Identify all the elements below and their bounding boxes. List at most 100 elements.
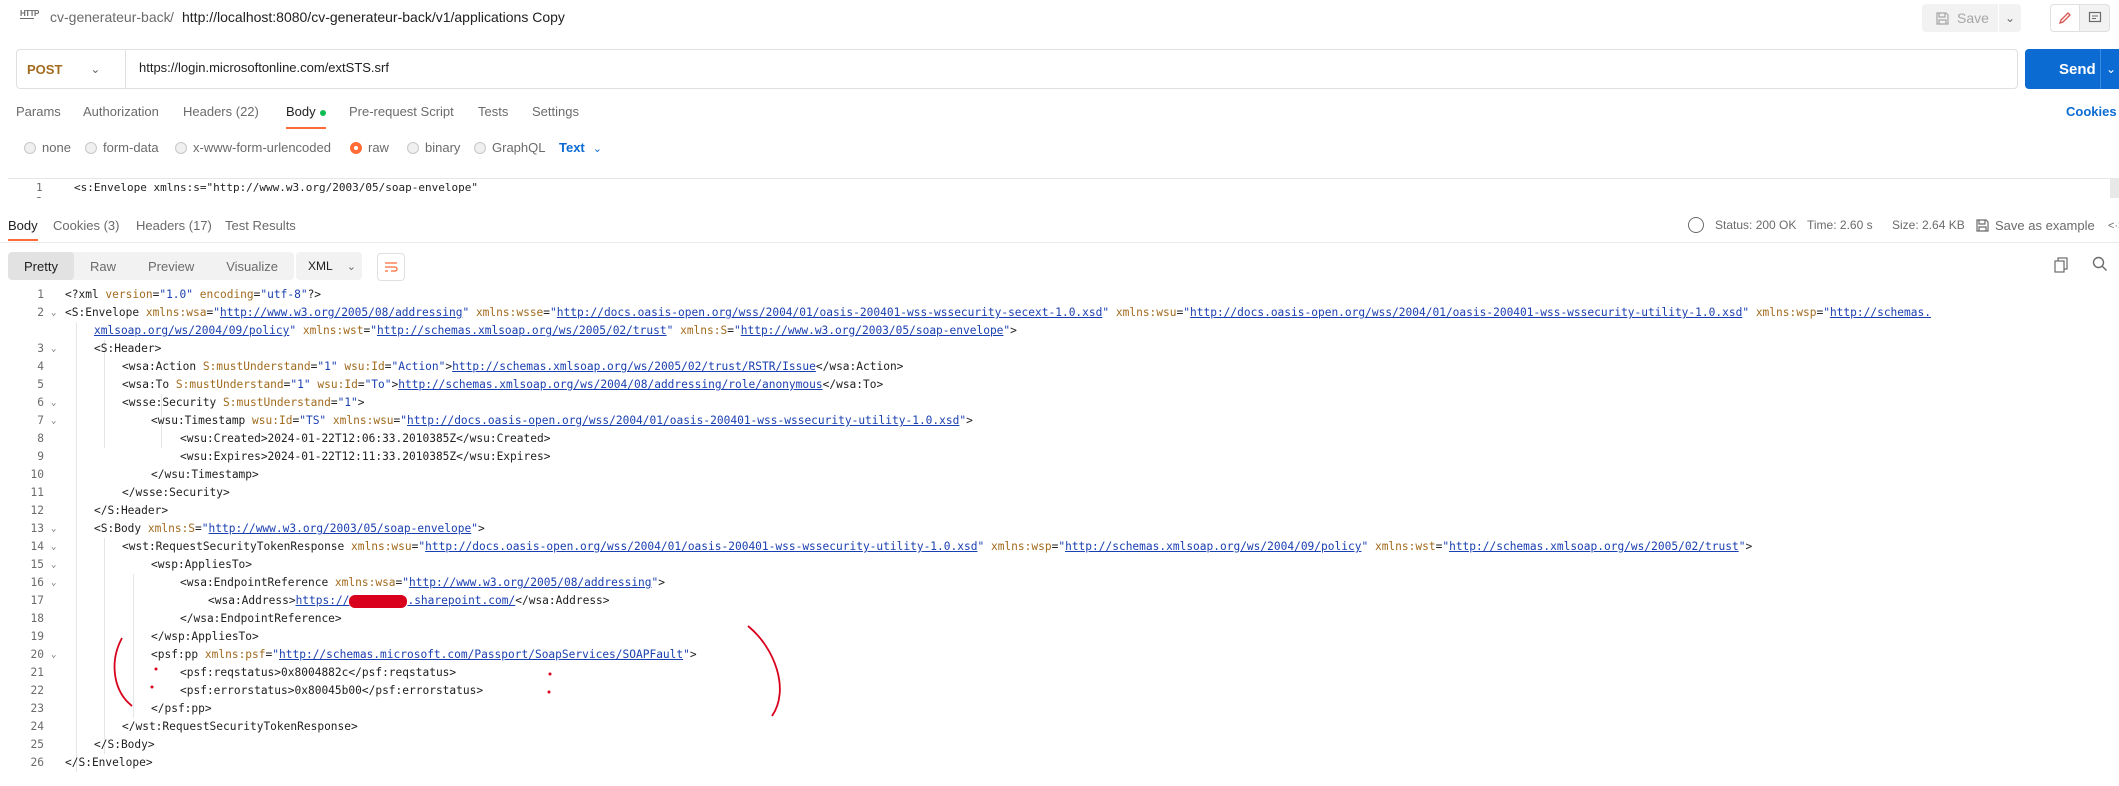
view-pretty[interactable]: Pretty [8,252,74,280]
line-number: 3 [37,342,44,355]
top-bar: HTTP cv-generateur-back / http://localho… [0,0,2119,36]
code-line: 25 </S:Body> [0,736,2119,754]
line-number: 2 [36,195,43,198]
body-type-graphql[interactable]: GraphQL [474,140,545,155]
body-format-label: Text [559,140,585,155]
line-number: 20 [30,648,44,661]
response-format-select[interactable]: XML ⌄ [296,252,362,280]
tab-headers[interactable]: Headers (22) [183,104,259,119]
fold-chevron-icon[interactable]: ⌄ [51,340,56,358]
response-tab-cookies[interactable]: Cookies (3) [53,218,119,233]
request-body-editor[interactable]: 1 <s:Envelope xmlns:s="http://www.w3.org… [8,178,2119,198]
chevron-down-icon: ⌄ [592,143,602,155]
radio-icon [85,141,97,154]
breadcrumb-collection[interactable]: cv-generateur-back [50,9,171,25]
code-line: 11 </wsse:Security> [0,484,2119,502]
line-number: 24 [30,720,44,733]
body-type-none[interactable]: none [24,140,71,155]
fold-chevron-icon[interactable]: ⌄ [51,412,56,430]
code-line: 3 ⌄ <S:Header> [0,340,2119,358]
body-format-select[interactable]: Text ⌄ [559,140,602,155]
code-line: 18 </wsa:EndpointReference> [0,610,2119,628]
line-number: 16 [30,576,44,589]
line-number: 9 [37,450,44,463]
body-type-label: none [42,140,71,155]
code-line: 17 <wsa:Address>https://.sharepoint.com/<… [0,592,2119,610]
code-line: 13 ⌄ <S:Body xmlns:S="http://www.w3.org/20… [0,520,2119,538]
body-type-urlencoded[interactable]: x-www-form-urlencoded [175,140,331,155]
method-select[interactable]: POST ⌄ [27,50,127,88]
line-number: 7 [37,414,44,427]
copy-icon[interactable] [2054,257,2068,273]
code-line: 8 <wsu:Created>2024-01-22T12:06:33.201038… [0,430,2119,448]
url-input[interactable]: https://login.microsoftonline.com/extSTS… [139,60,389,75]
tab-settings[interactable]: Settings [532,104,579,119]
line-number: 13 [30,522,44,535]
redaction-mark [349,594,408,608]
body-type-label: form-data [103,140,159,155]
tab-body-label: Body [286,104,316,119]
response-tab-body[interactable]: Body [8,218,38,233]
send-options-chevron-icon[interactable]: ⌄ [2100,49,2119,89]
request-title[interactable]: http://localhost:8080/cv-generateur-back… [182,9,565,25]
line-number: 25 [30,738,44,751]
edit-pencil-icon[interactable] [2050,4,2080,32]
chevron-down-icon: ⌄ [90,62,101,76]
globe-network-icon[interactable] [1688,217,1704,233]
response-size[interactable]: Size: 2.64 KB [1892,218,1965,232]
body-type-raw[interactable]: raw [350,140,389,155]
save-options-chevron-icon[interactable]: ⌄ [1999,4,2021,32]
comment-icon[interactable] [2080,4,2110,32]
fold-chevron-icon[interactable]: ⌄ [51,574,56,592]
code-line: 26 </S:Envelope> [0,754,2119,772]
line-number: 19 [30,630,44,643]
save-icon [1936,11,1949,25]
save-button[interactable]: Save [1922,4,1998,32]
line-number: 4 [37,360,44,373]
search-icon[interactable] [2092,256,2108,272]
view-raw[interactable]: Raw [74,252,132,280]
code-line: 4 <wsa:Action S:mustUnderstand="1" wsu:Id… [0,358,2119,376]
tab-body[interactable]: Body [286,104,326,119]
fold-chevron-icon[interactable]: ⌄ [51,394,56,412]
http-request-icon: HTTP [20,9,39,19]
fold-chevron-icon[interactable]: ⌄ [51,646,56,664]
tab-pre-request-script[interactable]: Pre-request Script [349,104,454,119]
more-options[interactable]: <·> [2108,220,2119,232]
wrap-lines-icon[interactable] [377,253,405,281]
code-line: 19 </wsp:AppliesTo> [0,628,2119,646]
response-time[interactable]: Time: 2.60 s [1807,218,1873,232]
line-number: 2 [37,306,44,319]
code-line: 10 </wsu:Timestamp> [0,466,2119,484]
line-number: 18 [30,612,44,625]
line-number: 12 [30,504,44,517]
cookies-link[interactable]: Cookies [2066,104,2117,119]
fold-chevron-icon[interactable]: ⌄ [51,538,56,556]
tab-params[interactable]: Params [16,104,61,119]
tab-authorization[interactable]: Authorization [83,104,159,119]
line-number: 10 [30,468,44,481]
response-tab-headers[interactable]: Headers (17) [136,218,212,233]
radio-checked-icon [350,141,362,154]
fold-chevron-icon[interactable]: ⌄ [51,556,56,574]
url-divider [125,50,126,88]
code-line: 12 </S:Header> [0,502,2119,520]
line-number: 6 [37,396,44,409]
fold-chevron-icon[interactable]: ⌄ [51,520,56,538]
body-type-binary[interactable]: binary [407,140,460,155]
fold-chevron-icon[interactable]: ⌄ [51,304,56,322]
body-type-form-data[interactable]: form-data [85,140,159,155]
response-body-code[interactable]: 1 <?xml version="1.0" encoding="utf-8"?> … [0,286,2119,786]
body-type-label: raw [368,140,389,155]
save-as-example-button[interactable]: Save as example [1976,218,2095,233]
line-number: 26 [30,756,44,769]
tab-tests[interactable]: Tests [478,104,508,119]
line-number: 14 [30,540,44,553]
editor-scrollbar[interactable] [2110,178,2119,198]
view-visualize[interactable]: Visualize [210,252,294,280]
code-line: 1 <?xml version="1.0" encoding="utf-8"?> [0,286,2119,304]
view-preview[interactable]: Preview [132,252,210,280]
body-type-label: x-www-form-urlencoded [193,140,331,155]
response-status[interactable]: Status: 200 OK [1715,218,1796,232]
response-tab-test-results[interactable]: Test Results [225,218,296,233]
